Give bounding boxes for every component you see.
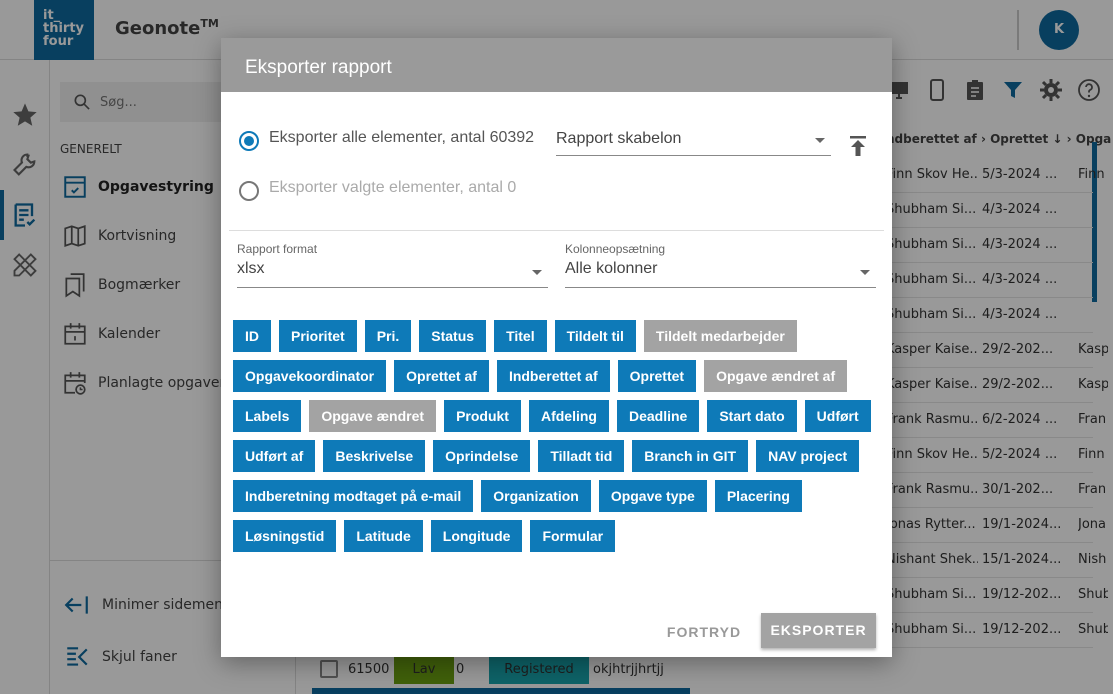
- column-chip[interactable]: ID: [233, 320, 271, 352]
- caret-down-icon: [815, 138, 825, 143]
- column-chip[interactable]: Oprindelse: [433, 440, 531, 472]
- export-button[interactable]: EKSPORTER: [761, 613, 876, 648]
- upload-template-icon[interactable]: [848, 135, 868, 157]
- column-chip[interactable]: Titel: [494, 320, 547, 352]
- column-chip[interactable]: Opgave ændret: [309, 400, 437, 432]
- column-chip[interactable]: Labels: [233, 400, 302, 432]
- divider: [229, 230, 884, 231]
- column-chip[interactable]: Organization: [481, 480, 591, 512]
- select-label: Kolonneopsætning: [565, 242, 666, 256]
- column-chip[interactable]: Opgavekoordinator: [233, 360, 387, 392]
- column-chip[interactable]: Beskrivelse: [323, 440, 426, 472]
- column-chip[interactable]: Formular: [530, 520, 616, 552]
- radio-button-checked[interactable]: [239, 131, 259, 151]
- column-setup-select[interactable]: Kolonneopsætning Alle kolonner: [565, 242, 876, 288]
- report-template-select[interactable]: Rapport skabelon: [556, 130, 831, 156]
- column-chip[interactable]: Løsningstid: [233, 520, 337, 552]
- radio-label: Eksporter valgte elementer, antal 0: [269, 179, 517, 196]
- column-chip[interactable]: Opgave type: [598, 480, 707, 512]
- column-chip[interactable]: Udført: [804, 400, 871, 432]
- column-chip[interactable]: Deadline: [616, 400, 700, 432]
- column-chip[interactable]: Indberettet af: [496, 360, 610, 392]
- column-chip[interactable]: NAV project: [756, 440, 860, 472]
- select-label: Rapport format: [237, 242, 318, 256]
- column-chip[interactable]: Start dato: [707, 400, 797, 432]
- column-chip[interactable]: Udført af: [233, 440, 316, 472]
- column-chip[interactable]: Prioritet: [279, 320, 357, 352]
- radio-export-all[interactable]: Eksporter alle elementer, antal 60392: [239, 128, 539, 151]
- column-chip[interactable]: Branch in GIT: [632, 440, 749, 472]
- column-chip[interactable]: Oprettet af: [394, 360, 489, 392]
- column-chip[interactable]: Pri.: [364, 320, 412, 352]
- export-report-dialog: Eksporter rapport Eksporter alle element…: [221, 38, 892, 657]
- caret-down-icon: [532, 270, 542, 275]
- dialog-header: Eksporter rapport: [221, 38, 892, 92]
- radio-button[interactable]: [239, 181, 259, 201]
- column-chip[interactable]: Tilladt tid: [538, 440, 625, 472]
- column-chip[interactable]: Produkt: [444, 400, 521, 432]
- column-chip[interactable]: Status: [419, 320, 487, 352]
- caret-down-icon: [860, 270, 870, 275]
- select-value: xlsx: [237, 260, 265, 277]
- column-chip[interactable]: Opgave ændret af: [704, 360, 848, 392]
- dialog-title: Eksporter rapport: [245, 57, 392, 78]
- select-value: Alle kolonner: [565, 260, 658, 277]
- column-chip[interactable]: Tildelt til: [554, 320, 636, 352]
- column-chip[interactable]: Longitude: [430, 520, 523, 552]
- radio-export-selected[interactable]: Eksporter valgte elementer, antal 0: [239, 178, 569, 201]
- column-chip[interactable]: Oprettet: [617, 360, 697, 392]
- column-chip[interactable]: Placering: [714, 480, 802, 512]
- column-chip[interactable]: Afdeling: [528, 400, 609, 432]
- column-chip[interactable]: Tildelt medarbejder: [643, 320, 797, 352]
- report-format-select[interactable]: Rapport format xlsx: [237, 242, 548, 288]
- column-chip[interactable]: Indberetning modtaget på e-mail: [233, 480, 474, 512]
- cancel-button[interactable]: FORTRYD: [659, 616, 749, 648]
- column-chips: ID Prioritet Pri. Status Titel Tildelt til Til…: [233, 320, 883, 552]
- select-value: Rapport skabelon: [556, 130, 682, 147]
- column-chip[interactable]: Latitude: [344, 520, 423, 552]
- radio-label: Eksporter alle elementer, antal 60392: [269, 129, 535, 146]
